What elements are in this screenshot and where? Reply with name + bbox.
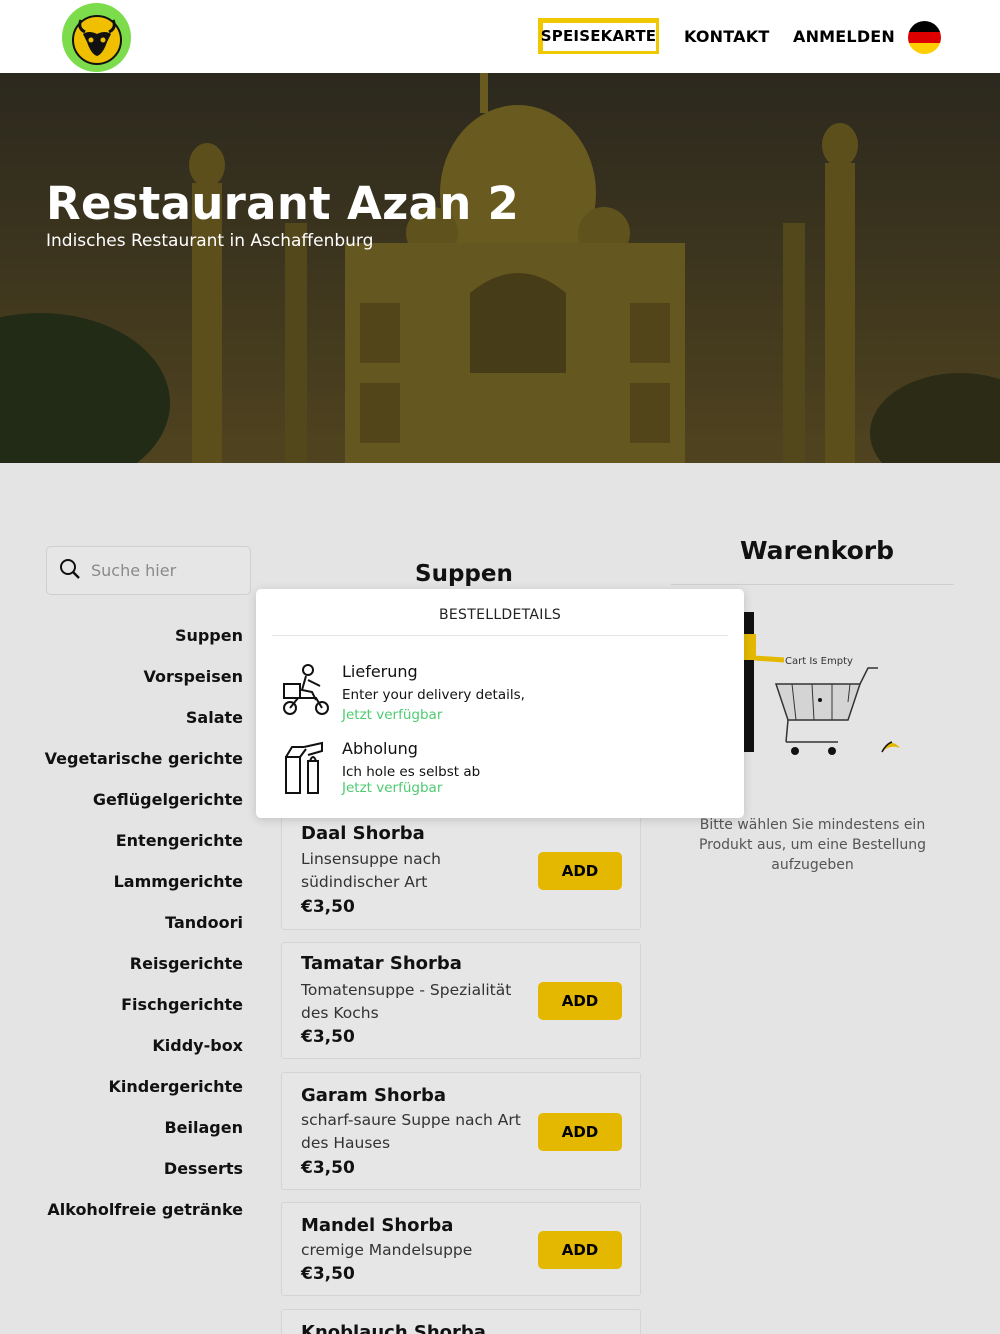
menu-item-description: Tomatensuppe - Spezialität des Kochs <box>301 981 512 1022</box>
add-button[interactable]: ADD <box>538 852 622 890</box>
menu-item-name: Garam Shorba <box>301 1085 447 1106</box>
menu-item-name: Daal Shorba <box>301 823 425 844</box>
pickup-title: Abholung <box>342 739 418 758</box>
pickup-availability: Jetzt verfügbar <box>342 780 443 796</box>
modal-title: BESTELLDETAILS <box>438 607 562 623</box>
category-beilagen[interactable]: Beilagen <box>45 1118 243 1159</box>
category-gefluegelgerichte[interactable]: Geflügelgerichte <box>45 790 243 831</box>
search-box[interactable] <box>46 546 251 595</box>
menu-item-name: Knoblauch Shorba <box>301 1322 486 1334</box>
pickup-option[interactable]: Abholung Ich hole es selbst ab Jetzt ver… <box>278 739 718 809</box>
delivery-title: Lieferung <box>342 662 418 681</box>
search-icon <box>59 558 81 584</box>
category-desserts[interactable]: Desserts <box>45 1159 243 1200</box>
menu-item-price: €3,50 <box>301 897 355 917</box>
search-input[interactable] <box>91 561 231 580</box>
pickup-description: Ich hole es selbst ab <box>342 764 481 780</box>
menu-item-description: cremige Mandelsuppe <box>301 1241 473 1259</box>
menu-item-description: Linsensuppe nach südindischer Art <box>301 850 441 891</box>
category-tandoori[interactable]: Tandoori <box>45 913 243 954</box>
category-kiddy-box[interactable]: Kiddy-box <box>45 1036 243 1077</box>
add-button[interactable]: ADD <box>538 982 622 1020</box>
menu-item-description: scharf-saure Suppe nach Art des Hauses <box>301 1111 521 1152</box>
add-button[interactable]: ADD <box>538 1113 622 1151</box>
category-vorspeisen[interactable]: Vorspeisen <box>45 667 243 708</box>
nav-speisekarte[interactable]: SPEISEKARTE <box>538 18 659 54</box>
pickup-bag-icon <box>278 739 334 795</box>
menu-item-card: Garam Shorba scharf-saure Suppe nach Art… <box>281 1072 641 1190</box>
order-details-modal: BESTELLDETAILS Lieferung Enter your deli… <box>256 589 744 818</box>
category-lammgerichte[interactable]: Lammgerichte <box>45 872 243 913</box>
modal-divider <box>272 635 728 636</box>
taj-mahal-image <box>0 73 1000 463</box>
category-alkoholfreie-getraenke[interactable]: Alkoholfreie getränke <box>45 1200 243 1241</box>
hero-banner: Restaurant Azan 2 Indisches Restaurant i… <box>0 73 1000 463</box>
top-header: SPEISEKARTE KONTAKT ANMELDEN <box>0 0 1000 73</box>
category-kindergerichte[interactable]: Kindergerichte <box>45 1077 243 1118</box>
category-vegetarische-gerichte[interactable]: Vegetarische gerichte <box>45 749 243 790</box>
cart-empty-label: Cart Is Empty <box>785 656 853 667</box>
delivery-availability: Jetzt verfügbar <box>342 707 443 723</box>
category-fischgerichte[interactable]: Fischgerichte <box>45 995 243 1036</box>
empty-cart-illustration: Cart Is Empty <box>740 612 910 762</box>
category-salate[interactable]: Salate <box>45 708 243 749</box>
menu-item-name: Mandel Shorba <box>301 1215 454 1236</box>
menu-item-price: €3,50 <box>301 1027 355 1047</box>
category-suppen[interactable]: Suppen <box>45 626 243 667</box>
goat-head-logo-icon[interactable] <box>62 3 131 72</box>
category-reisgerichte[interactable]: Reisgerichte <box>45 954 243 995</box>
nav-anmelden[interactable]: ANMELDEN <box>793 18 895 54</box>
cart-title: Warenkorb <box>740 536 894 565</box>
category-entengerichte[interactable]: Entengerichte <box>45 831 243 872</box>
category-list: Suppen Vorspeisen Salate Vegetarische ge… <box>45 626 243 1241</box>
delivery-option[interactable]: Lieferung Enter your delivery details, J… <box>278 662 718 732</box>
menu-item-price: €3,50 <box>301 1158 355 1178</box>
delivery-description: Enter your delivery details, <box>342 687 525 703</box>
cart-divider <box>671 584 954 585</box>
menu-item-card: Daal Shorba Linsensuppe nach südindische… <box>281 800 641 930</box>
nav-kontakt[interactable]: KONTAKT <box>684 18 769 54</box>
menu-item-card: Knoblauch Shorba <box>281 1309 641 1334</box>
add-button[interactable]: ADD <box>538 1231 622 1269</box>
cart-empty-message: Bitte wählen Sie mindestens ein Produkt … <box>698 817 927 873</box>
section-title: Suppen <box>415 561 513 587</box>
menu-item-price: €3,50 <box>301 1264 355 1284</box>
menu-item-card: Mandel Shorba cremige Mandelsuppe €3,50 … <box>281 1202 641 1296</box>
delivery-scooter-icon <box>278 662 334 718</box>
menu-item-name: Tamatar Shorba <box>301 953 462 974</box>
restaurant-subtitle: Indisches Restaurant in Aschaffenburg <box>46 231 374 251</box>
menu-item-card: Tamatar Shorba Tomatensuppe - Spezialitä… <box>281 942 641 1059</box>
german-flag-icon[interactable] <box>908 21 941 54</box>
restaurant-title: Restaurant Azan 2 <box>46 177 520 230</box>
